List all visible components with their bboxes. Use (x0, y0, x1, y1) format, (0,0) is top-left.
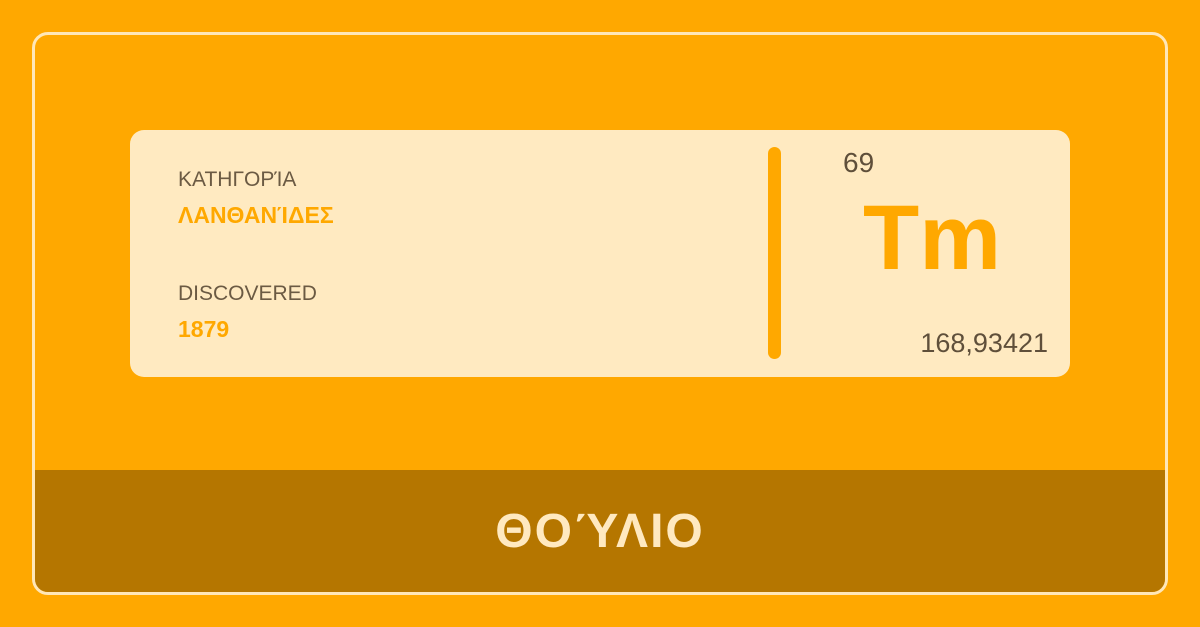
atomic-number: 69 (843, 147, 875, 178)
element-name-band: ΘΟΎΛΙΟ (35, 470, 1165, 592)
vertical-divider (768, 147, 781, 359)
discovered-label: DISCOVERED (178, 282, 317, 305)
discovered-value: 1879 (178, 316, 230, 342)
atomic-mass: 168,93421 (920, 328, 1048, 358)
category-value: ΛΑΝΘΑΝΊΔΕΣ (178, 202, 334, 228)
category-label: ΚΑΤΗΓΟΡΊΑ (178, 168, 297, 191)
element-name: ΘΟΎΛΙΟ (495, 504, 705, 558)
element-symbol: Tm (863, 187, 1001, 289)
element-info-card: ΚΑΤΗΓΟΡΊΑ ΛΑΝΘΑΝΊΔΕΣ DISCOVERED 1879 69 … (130, 130, 1070, 377)
